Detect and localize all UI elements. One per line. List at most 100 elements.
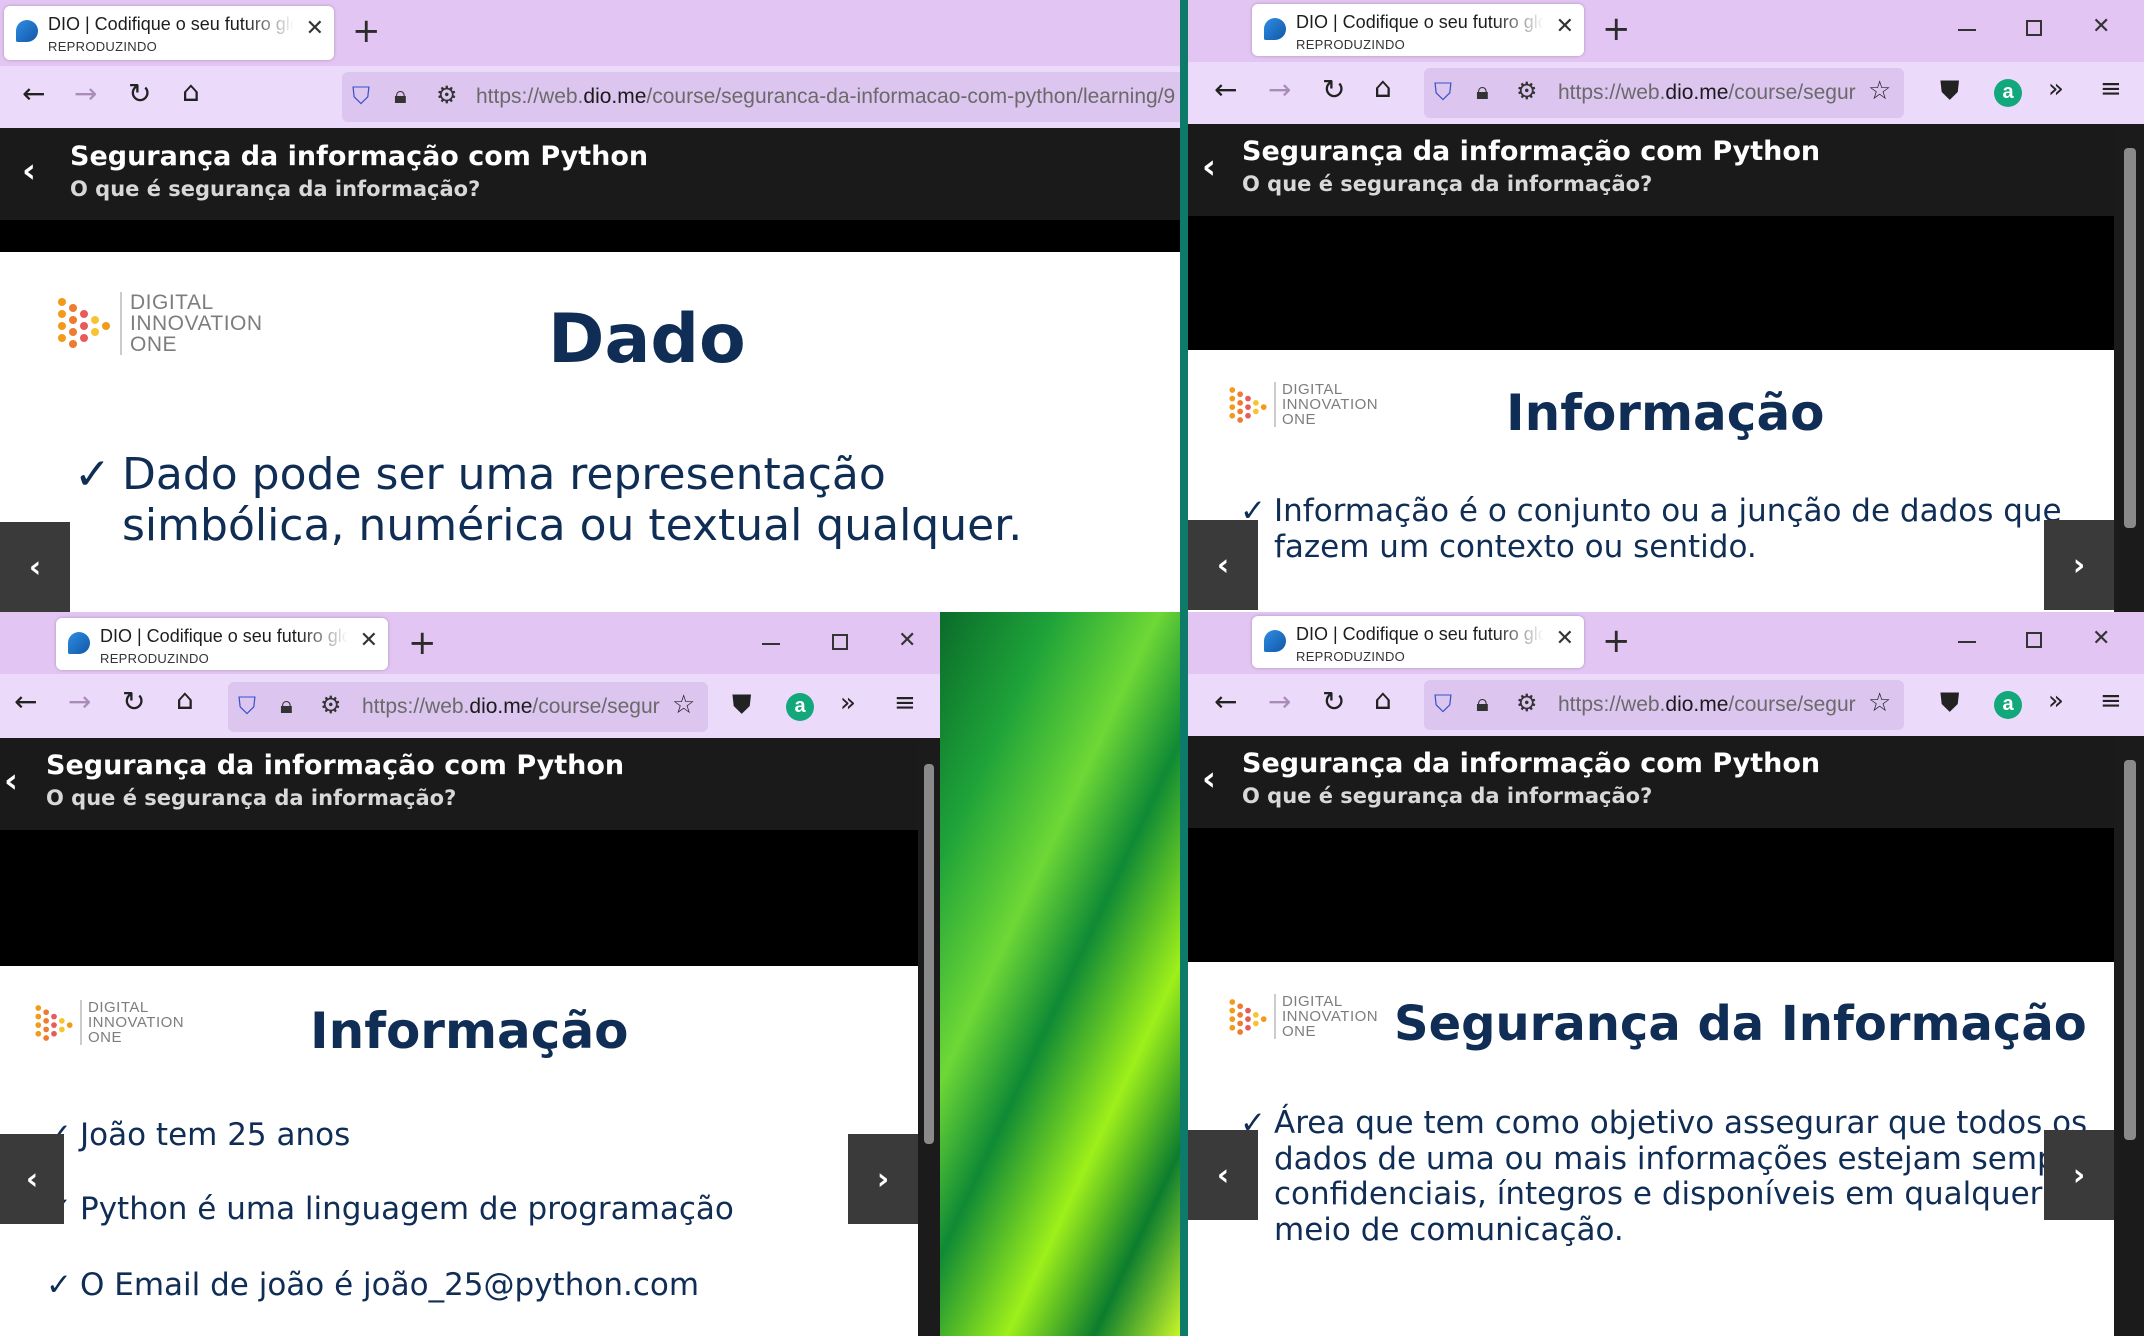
tab-title: DIO | Codifique o seu futuro global agor… [48, 14, 294, 34]
back-icon[interactable]: ← [14, 688, 37, 716]
course-back-icon[interactable]: ‹ [1202, 150, 1216, 184]
home-icon[interactable]: ⌂ [1374, 686, 1392, 714]
maximize-icon[interactable] [2026, 632, 2042, 648]
back-icon[interactable]: ← [1214, 688, 1237, 716]
close-tab-icon[interactable]: ✕ [360, 630, 378, 652]
reload-icon[interactable]: ↻ [128, 80, 151, 108]
prev-slide-button[interactable]: ‹ [1188, 520, 1258, 610]
prev-slide-button[interactable]: ‹ [1188, 1130, 1258, 1220]
url-bar[interactable]: ⛉ 🔒︎ ⚙︎ https://web.dio.me/course/segur … [228, 682, 708, 732]
new-tab-button[interactable]: + [1602, 624, 1631, 658]
course-back-icon[interactable]: ‹ [1202, 762, 1216, 796]
forward-icon[interactable]: → [74, 80, 97, 108]
url-text[interactable]: https://web.dio.me/course/segur [1558, 81, 1856, 105]
lock-icon[interactable]: 🔒︎ [394, 83, 407, 107]
reload-icon[interactable]: ↻ [1322, 76, 1345, 104]
back-icon[interactable]: ← [22, 80, 45, 108]
minimize-icon[interactable] [1958, 29, 1976, 31]
bookmark-star-icon[interactable]: ☆ [1868, 690, 1891, 716]
menu-icon[interactable]: ≡ [2100, 688, 2122, 714]
pocket-icon[interactable]: ⛊ [1940, 78, 1960, 104]
next-slide-button[interactable]: › [2044, 520, 2114, 610]
scrollbar[interactable] [2114, 736, 2144, 1336]
close-window-icon[interactable]: ✕ [2092, 16, 2110, 38]
scrollbar-thumb[interactable] [2124, 760, 2136, 1140]
new-tab-button[interactable]: + [1602, 12, 1631, 46]
scrollbar[interactable] [918, 738, 940, 1336]
next-slide-button[interactable]: › [2044, 1130, 2114, 1220]
close-window-icon[interactable]: ✕ [2092, 628, 2110, 650]
tab-active[interactable]: DIO | Codifique o seu futuro global agor… [56, 618, 388, 670]
url-bar[interactable]: ⛉ 🔒︎ ⚙︎ https://web.dio.me/course/segura… [342, 72, 1180, 122]
minimize-icon[interactable] [762, 643, 780, 645]
tab-playing-label: REPRODUZINDO [1296, 37, 1406, 52]
new-tab-button[interactable]: + [408, 626, 437, 660]
pocket-icon[interactable]: ⛊ [1940, 690, 1960, 716]
maximize-icon[interactable] [832, 634, 848, 650]
home-icon[interactable]: ⌂ [176, 686, 194, 714]
tab-bar: DIO | Codifique o seu futuro global agor… [0, 0, 1180, 66]
prev-slide-button[interactable]: ‹ [0, 1134, 64, 1224]
course-back-icon[interactable]: ‹ [4, 764, 18, 798]
next-slide-button[interactable]: › [848, 1134, 918, 1224]
close-window-icon[interactable]: ✕ [898, 630, 916, 652]
course-back-icon[interactable]: ‹ [22, 154, 36, 188]
maximize-icon[interactable] [2026, 20, 2042, 36]
close-tab-icon[interactable]: ✕ [1556, 628, 1574, 650]
tab-active[interactable]: DIO | Codifique o seu futuro global agor… [1252, 4, 1584, 56]
permissions-icon[interactable]: ⚙︎ [320, 693, 342, 717]
forward-icon[interactable]: → [1268, 76, 1291, 104]
extension-icon[interactable]: a [1994, 79, 2022, 107]
reload-icon[interactable]: ↻ [1322, 688, 1345, 716]
extension-icon[interactable]: a [1994, 691, 2022, 719]
menu-icon[interactable]: ≡ [894, 690, 916, 716]
close-tab-icon[interactable]: ✕ [306, 18, 324, 40]
bookmark-star-icon[interactable]: ☆ [1868, 78, 1891, 104]
minimize-icon[interactable] [1958, 641, 1976, 643]
bookmark-star-icon[interactable]: ☆ [672, 692, 695, 718]
overflow-icon[interactable]: » [840, 690, 856, 716]
url-text[interactable]: https://web.dio.me/course/seguranca-da-i… [476, 85, 1180, 109]
tab-active[interactable]: DIO | Codifique o seu futuro global agor… [1252, 616, 1584, 668]
forward-icon[interactable]: → [68, 688, 91, 716]
tab-active[interactable]: DIO | Codifique o seu futuro global agor… [4, 6, 334, 60]
lock-icon[interactable]: 🔒︎ [1476, 691, 1489, 715]
url-text[interactable]: https://web.dio.me/course/segur [362, 695, 660, 719]
lock-icon[interactable]: 🔒︎ [280, 693, 293, 717]
tab-bar: DIO | Codifique o seu futuro global agor… [0, 612, 940, 674]
back-icon[interactable]: ← [1214, 76, 1237, 104]
permissions-icon[interactable]: ⚙︎ [1516, 691, 1538, 715]
course-header: ‹ Segurança da informação com Python O q… [0, 128, 1180, 220]
prev-slide-button[interactable]: ‹ [0, 522, 70, 612]
new-tab-button[interactable]: + [352, 14, 381, 48]
forward-icon[interactable]: → [1268, 688, 1291, 716]
home-icon[interactable]: ⌂ [1374, 74, 1392, 102]
check-icon: ✓ [74, 449, 111, 500]
lesson-title: O que é segurança da informação? [1242, 784, 1653, 808]
url-text[interactable]: https://web.dio.me/course/segur [1558, 693, 1856, 717]
shield-icon[interactable]: ⛉ [1434, 692, 1452, 716]
url-bar[interactable]: ⛉ 🔒︎ ⚙︎ https://web.dio.me/course/segur … [1424, 680, 1904, 730]
overflow-icon[interactable]: » [2048, 688, 2064, 714]
scrollbar-thumb[interactable] [2124, 148, 2136, 528]
pocket-icon[interactable]: ⛊ [732, 692, 752, 718]
close-tab-icon[interactable]: ✕ [1556, 16, 1574, 38]
lock-icon[interactable]: 🔒︎ [1476, 79, 1489, 103]
menu-icon[interactable]: ≡ [2100, 76, 2122, 102]
shield-icon[interactable]: ⛉ [352, 84, 370, 108]
reload-icon[interactable]: ↻ [122, 688, 145, 716]
shield-icon[interactable]: ⛉ [238, 694, 256, 718]
dio-favicon-icon [1264, 18, 1286, 40]
shield-icon[interactable]: ⛉ [1434, 80, 1452, 104]
url-bar[interactable]: ⛉ 🔒︎ ⚙︎ https://web.dio.me/course/segur … [1424, 68, 1904, 118]
browser-window-top-right: DIO | Codifique o seu futuro global agor… [1188, 0, 2144, 612]
permissions-icon[interactable]: ⚙︎ [436, 83, 458, 107]
permissions-icon[interactable]: ⚙︎ [1516, 79, 1538, 103]
extension-icon[interactable]: a [786, 693, 814, 721]
course-title: Segurança da informação com Python [70, 141, 649, 172]
slide-title: Dado [548, 300, 746, 379]
overflow-icon[interactable]: » [2048, 76, 2064, 102]
scrollbar-thumb[interactable] [924, 764, 934, 1144]
home-icon[interactable]: ⌂ [182, 78, 200, 106]
scrollbar[interactable] [2114, 124, 2144, 612]
